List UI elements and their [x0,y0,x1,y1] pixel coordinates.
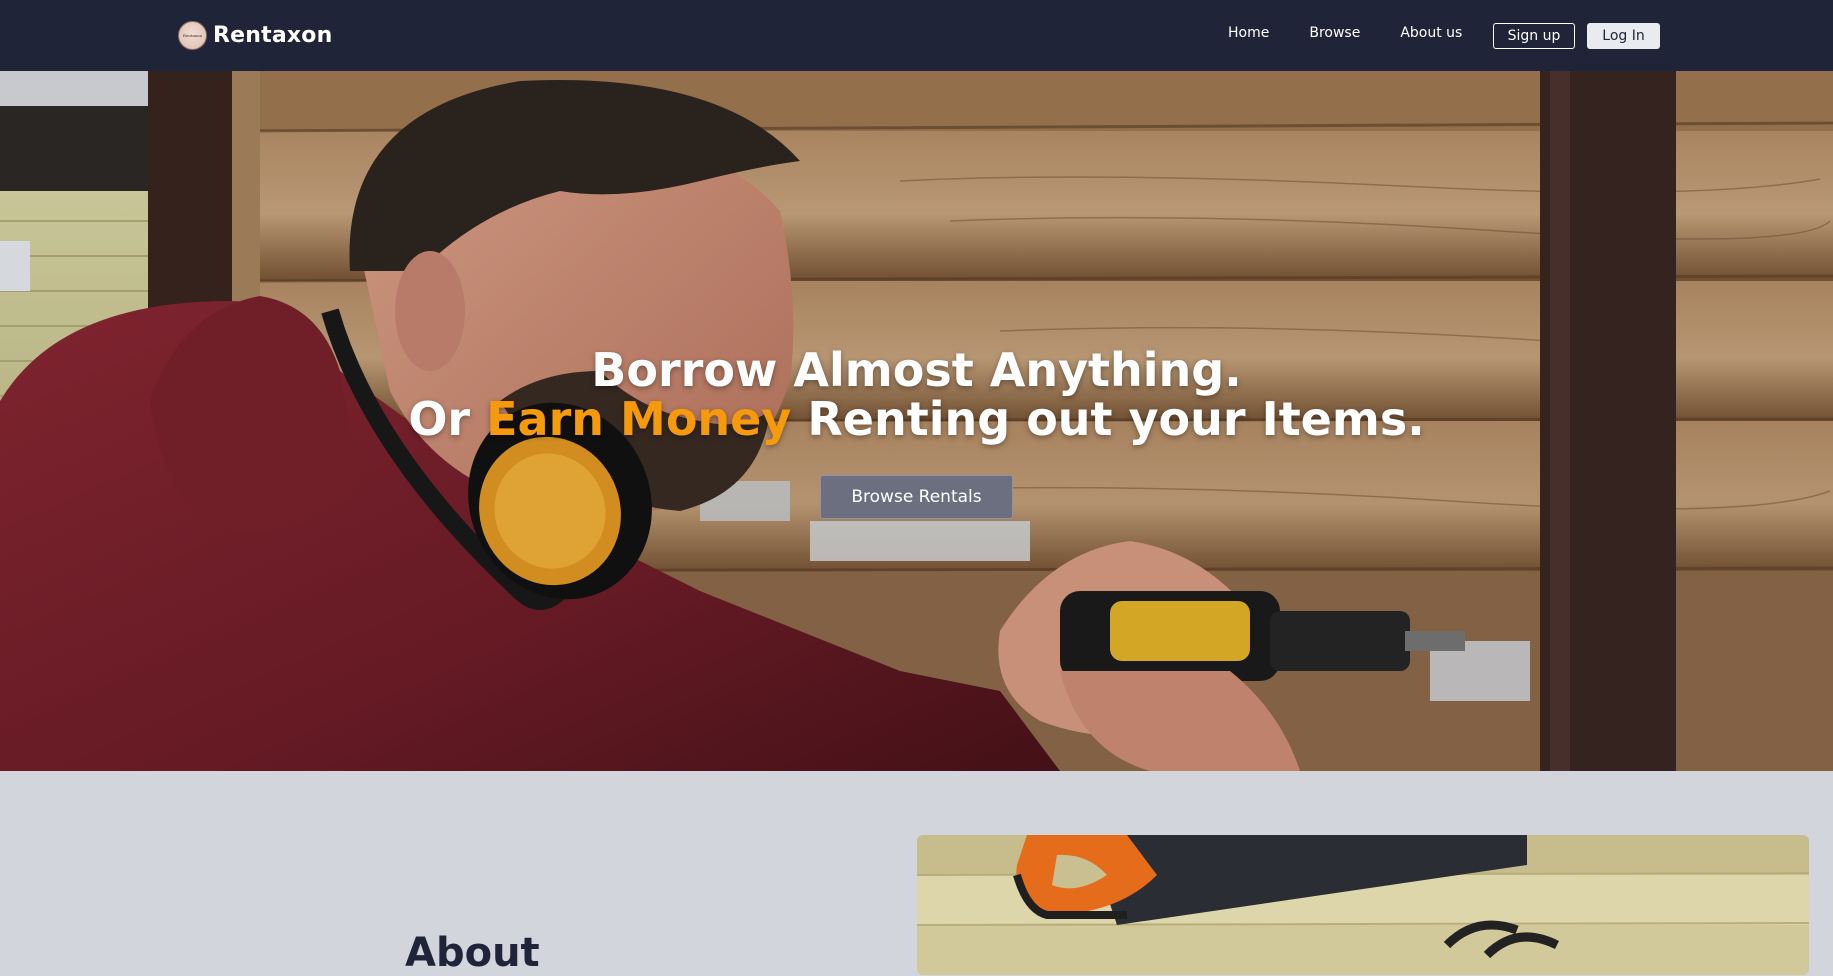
hero-title-line-2: Or Earn Money Renting out your Items. [0,395,1833,444]
hero-title-suffix: Renting out your Items. [791,392,1425,446]
nav-links: Home Browse About us [1228,25,1462,41]
navbar: Rentaxon Rentaxon Home Browse About us S… [0,0,1833,71]
brand-logo-icon[interactable]: Rentaxon [178,20,207,50]
brand[interactable]: Rentaxon Rentaxon [178,20,332,50]
hero-section: Borrow Almost Anything. Or Earn Money Re… [0,71,1833,771]
signup-button[interactable]: Sign up [1493,23,1575,49]
about-section: About [0,771,1833,975]
browse-rentals-button[interactable]: Browse Rentals [820,475,1013,519]
nav-link-home[interactable]: Home [1228,25,1269,41]
login-button[interactable]: Log In [1587,23,1660,49]
nav-link-about-us[interactable]: About us [1400,25,1462,41]
brand-name[interactable]: Rentaxon [213,23,332,48]
about-heading: About [405,930,540,976]
hero-title-accent: Earn Money [486,392,792,446]
brand-logo-text: Rentaxon [182,32,203,38]
hero-title-prefix: Or [408,392,487,446]
hero-title-line-1: Borrow Almost Anything. [591,343,1242,397]
about-image [917,835,1809,975]
nav-link-browse[interactable]: Browse [1309,25,1360,41]
hero-title: Borrow Almost Anything. Or Earn Money Re… [0,346,1833,444]
